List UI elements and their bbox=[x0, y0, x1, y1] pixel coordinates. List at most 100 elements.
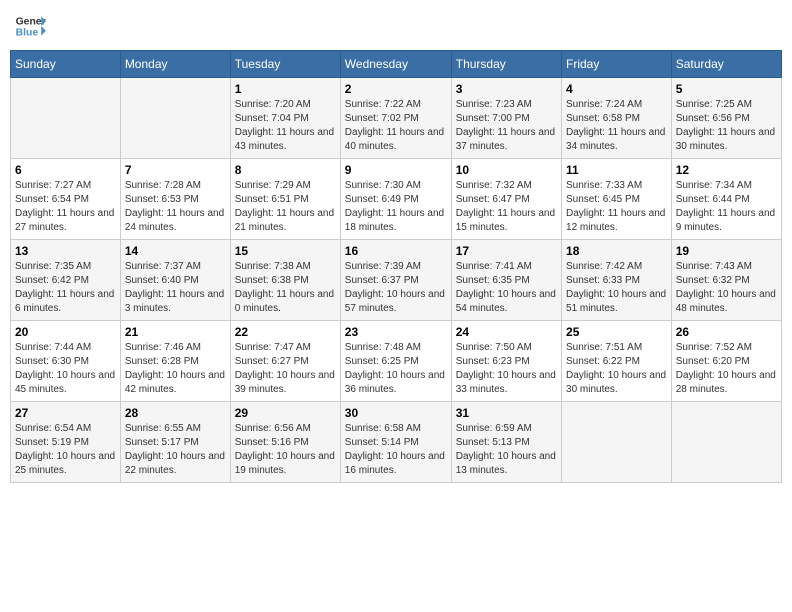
calendar-cell: 22Sunrise: 7:47 AMSunset: 6:27 PMDayligh… bbox=[230, 321, 340, 402]
cell-content: Sunrise: 7:47 AMSunset: 6:27 PMDaylight:… bbox=[235, 341, 336, 397]
daylight-text: Daylight: 11 hours and 21 minutes. bbox=[235, 207, 336, 235]
sunset-text: Sunset: 6:23 PM bbox=[456, 355, 557, 369]
sunset-text: Sunset: 6:40 PM bbox=[125, 274, 226, 288]
sunset-text: Sunset: 6:53 PM bbox=[125, 193, 226, 207]
cell-content: Sunrise: 7:46 AMSunset: 6:28 PMDaylight:… bbox=[125, 341, 226, 397]
daylight-text: Daylight: 11 hours and 0 minutes. bbox=[235, 288, 336, 316]
cell-content: Sunrise: 6:54 AMSunset: 5:19 PMDaylight:… bbox=[15, 422, 116, 478]
calendar-week-row: 20Sunrise: 7:44 AMSunset: 6:30 PMDayligh… bbox=[11, 321, 782, 402]
calendar-cell: 7 Sunrise: 7:28 AMSunset: 6:53 PMDaylight… bbox=[120, 159, 230, 240]
sunrise-text: Sunrise: 6:59 AM bbox=[456, 422, 557, 436]
cell-content: Sunrise: 7:38 AMSunset: 6:38 PMDaylight:… bbox=[235, 260, 336, 316]
calendar-cell: 1Sunrise: 7:20 AMSunset: 7:04 PMDaylight… bbox=[230, 78, 340, 159]
sunrise-text: Sunrise: 6:58 AM bbox=[345, 422, 447, 436]
calendar-cell: 3Sunrise: 7:23 AMSunset: 7:00 PMDaylight… bbox=[451, 78, 561, 159]
sunset-text: Sunset: 6:30 PM bbox=[15, 355, 116, 369]
daylight-text: Daylight: 10 hours and 51 minutes. bbox=[566, 288, 667, 316]
sunset-text: Sunset: 6:45 PM bbox=[566, 193, 667, 207]
sunrise-text: Sunrise: 7:30 AM bbox=[345, 179, 447, 193]
daylight-text: Daylight: 11 hours and 6 minutes. bbox=[15, 288, 116, 316]
sunset-text: Sunset: 6:35 PM bbox=[456, 274, 557, 288]
sunset-text: Sunset: 6:49 PM bbox=[345, 193, 447, 207]
daylight-text: Daylight: 11 hours and 30 minutes. bbox=[676, 126, 777, 154]
sunrise-text: Sunrise: 7:38 AM bbox=[235, 260, 336, 274]
sunset-text: Sunset: 7:02 PM bbox=[345, 112, 447, 126]
day-number: 7 bbox=[125, 163, 226, 177]
page-header: General Blue bbox=[10, 10, 782, 42]
daylight-text: Daylight: 10 hours and 42 minutes. bbox=[125, 369, 226, 397]
sunrise-text: Sunrise: 7:51 AM bbox=[566, 341, 667, 355]
cell-content: Sunrise: 7:39 AMSunset: 6:37 PMDaylight:… bbox=[345, 260, 447, 316]
sunset-text: Sunset: 6:56 PM bbox=[676, 112, 777, 126]
calendar-cell: 10Sunrise: 7:32 AMSunset: 6:47 PMDayligh… bbox=[451, 159, 561, 240]
cell-content: Sunrise: 7:37 AMSunset: 6:40 PMDaylight:… bbox=[125, 260, 226, 316]
sunrise-text: Sunrise: 7:52 AM bbox=[676, 341, 777, 355]
sunrise-text: Sunrise: 7:22 AM bbox=[345, 98, 447, 112]
logo: General Blue bbox=[14, 10, 46, 42]
day-number: 11 bbox=[566, 163, 667, 177]
day-number: 6 bbox=[15, 163, 116, 177]
sunset-text: Sunset: 7:04 PM bbox=[235, 112, 336, 126]
weekday-header-cell: Wednesday bbox=[340, 51, 451, 78]
day-number: 16 bbox=[345, 244, 447, 258]
weekday-header-row: SundayMondayTuesdayWednesdayThursdayFrid… bbox=[11, 51, 782, 78]
daylight-text: Daylight: 10 hours and 57 minutes. bbox=[345, 288, 447, 316]
daylight-text: Daylight: 10 hours and 36 minutes. bbox=[345, 369, 447, 397]
cell-content: Sunrise: 7:35 AMSunset: 6:42 PMDaylight:… bbox=[15, 260, 116, 316]
sunset-text: Sunset: 6:42 PM bbox=[15, 274, 116, 288]
cell-content: Sunrise: 7:24 AMSunset: 6:58 PMDaylight:… bbox=[566, 98, 667, 154]
sunrise-text: Sunrise: 7:25 AM bbox=[676, 98, 777, 112]
cell-content: Sunrise: 6:55 AMSunset: 5:17 PMDaylight:… bbox=[125, 422, 226, 478]
daylight-text: Daylight: 10 hours and 25 minutes. bbox=[15, 450, 116, 478]
sunset-text: Sunset: 6:32 PM bbox=[676, 274, 777, 288]
sunrise-text: Sunrise: 7:20 AM bbox=[235, 98, 336, 112]
svg-text:Blue: Blue bbox=[16, 28, 39, 39]
daylight-text: Daylight: 10 hours and 30 minutes. bbox=[566, 369, 667, 397]
daylight-text: Daylight: 10 hours and 39 minutes. bbox=[235, 369, 336, 397]
day-number: 26 bbox=[676, 325, 777, 339]
calendar-cell: 4 Sunrise: 7:24 AMSunset: 6:58 PMDaylight… bbox=[562, 78, 672, 159]
calendar-cell: 28Sunrise: 6:55 AMSunset: 5:17 PMDayligh… bbox=[120, 402, 230, 483]
calendar-cell: 24Sunrise: 7:50 AMSunset: 6:23 PMDayligh… bbox=[451, 321, 561, 402]
sunrise-text: Sunrise: 7:43 AM bbox=[676, 260, 777, 274]
sunset-text: Sunset: 6:25 PM bbox=[345, 355, 447, 369]
calendar-cell: 19Sunrise: 7:43 AMSunset: 6:32 PMDayligh… bbox=[671, 240, 781, 321]
day-number: 23 bbox=[345, 325, 447, 339]
daylight-text: Daylight: 11 hours and 34 minutes. bbox=[566, 126, 667, 154]
calendar-cell: 9Sunrise: 7:30 AMSunset: 6:49 PMDaylight… bbox=[340, 159, 451, 240]
day-number: 4 bbox=[566, 82, 667, 96]
daylight-text: Daylight: 11 hours and 40 minutes. bbox=[345, 126, 447, 154]
day-number: 1 bbox=[235, 82, 336, 96]
cell-content: Sunrise: 6:59 AMSunset: 5:13 PMDaylight:… bbox=[456, 422, 557, 478]
daylight-text: Daylight: 11 hours and 37 minutes. bbox=[456, 126, 557, 154]
calendar-cell: 5Sunrise: 7:25 AMSunset: 6:56 PMDaylight… bbox=[671, 78, 781, 159]
cell-content: Sunrise: 6:58 AMSunset: 5:14 PMDaylight:… bbox=[345, 422, 447, 478]
sunrise-text: Sunrise: 7:44 AM bbox=[15, 341, 116, 355]
cell-content: Sunrise: 7:28 AMSunset: 6:53 PMDaylight:… bbox=[125, 179, 226, 235]
calendar-cell: 25Sunrise: 7:51 AMSunset: 6:22 PMDayligh… bbox=[562, 321, 672, 402]
cell-content: Sunrise: 7:50 AMSunset: 6:23 PMDaylight:… bbox=[456, 341, 557, 397]
weekday-header-cell: Thursday bbox=[451, 51, 561, 78]
weekday-header-cell: Friday bbox=[562, 51, 672, 78]
sunrise-text: Sunrise: 7:47 AM bbox=[235, 341, 336, 355]
calendar-cell: 14Sunrise: 7:37 AMSunset: 6:40 PMDayligh… bbox=[120, 240, 230, 321]
sunrise-text: Sunrise: 7:27 AM bbox=[15, 179, 116, 193]
daylight-text: Daylight: 10 hours and 48 minutes. bbox=[676, 288, 777, 316]
daylight-text: Daylight: 11 hours and 27 minutes. bbox=[15, 207, 116, 235]
calendar-cell bbox=[562, 402, 672, 483]
calendar-cell: 16 Sunrise: 7:39 AMSunset: 6:37 PMDayligh… bbox=[340, 240, 451, 321]
daylight-text: Daylight: 10 hours and 13 minutes. bbox=[456, 450, 557, 478]
weekday-header-cell: Saturday bbox=[671, 51, 781, 78]
weekday-header-cell: Tuesday bbox=[230, 51, 340, 78]
sunrise-text: Sunrise: 7:41 AM bbox=[456, 260, 557, 274]
calendar-week-row: 27 Sunrise: 6:54 AMSunset: 5:19 PMDayligh… bbox=[11, 402, 782, 483]
day-number: 9 bbox=[345, 163, 447, 177]
sunset-text: Sunset: 6:37 PM bbox=[345, 274, 447, 288]
calendar-week-row: 13Sunrise: 7:35 AMSunset: 6:42 PMDayligh… bbox=[11, 240, 782, 321]
sunset-text: Sunset: 6:27 PM bbox=[235, 355, 336, 369]
cell-content: Sunrise: 7:34 AMSunset: 6:44 PMDaylight:… bbox=[676, 179, 777, 235]
sunrise-text: Sunrise: 6:54 AM bbox=[15, 422, 116, 436]
sunset-text: Sunset: 6:47 PM bbox=[456, 193, 557, 207]
day-number: 27 bbox=[15, 406, 116, 420]
calendar-cell bbox=[11, 78, 121, 159]
